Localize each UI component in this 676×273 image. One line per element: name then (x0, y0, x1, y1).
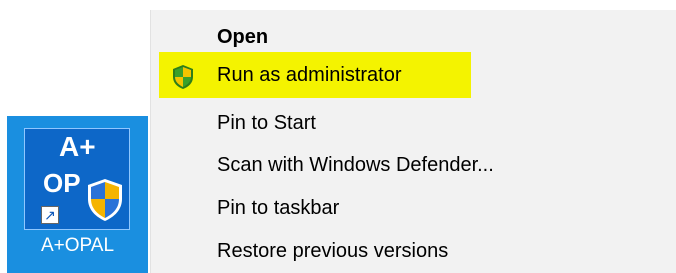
menu-item-restore-previous-versions[interactable]: Restore previous versions (151, 232, 676, 270)
desktop-icon-label: A+OPAL (40, 235, 115, 256)
menu-item-pin-to-start[interactable]: Pin to Start (151, 104, 676, 142)
shortcut-arrow-icon: ↗ (41, 206, 59, 224)
menu-item-label: Open (217, 25, 269, 48)
menu-item-label: Pin to Start (217, 111, 316, 134)
context-menu: Open Run as administrator Pin to Start S… (150, 10, 676, 273)
menu-item-run-as-administrator[interactable]: Run as administrator (151, 56, 676, 94)
app-icon-text-bottom: OP (43, 168, 81, 198)
uac-shield-icon (173, 65, 193, 89)
app-icon: A+ OP ↗ (24, 128, 130, 230)
desktop-shortcut-aplus-opal[interactable]: A+ OP ↗ A+OPAL (7, 116, 148, 273)
menu-item-label: Restore previous versions (217, 239, 449, 262)
menu-item-pin-to-taskbar[interactable]: Pin to taskbar (151, 189, 676, 227)
menu-item-open[interactable]: Open (151, 18, 676, 56)
app-icon-text-top: A+ (59, 131, 96, 162)
uac-shield-icon (88, 179, 122, 221)
menu-item-label: Pin to taskbar (217, 196, 340, 219)
menu-item-scan-with-windows-defender[interactable]: Scan with Windows Defender... (151, 146, 676, 184)
menu-item-label: Scan with Windows Defender... (217, 153, 494, 176)
menu-item-label: Run as administrator (217, 63, 402, 86)
